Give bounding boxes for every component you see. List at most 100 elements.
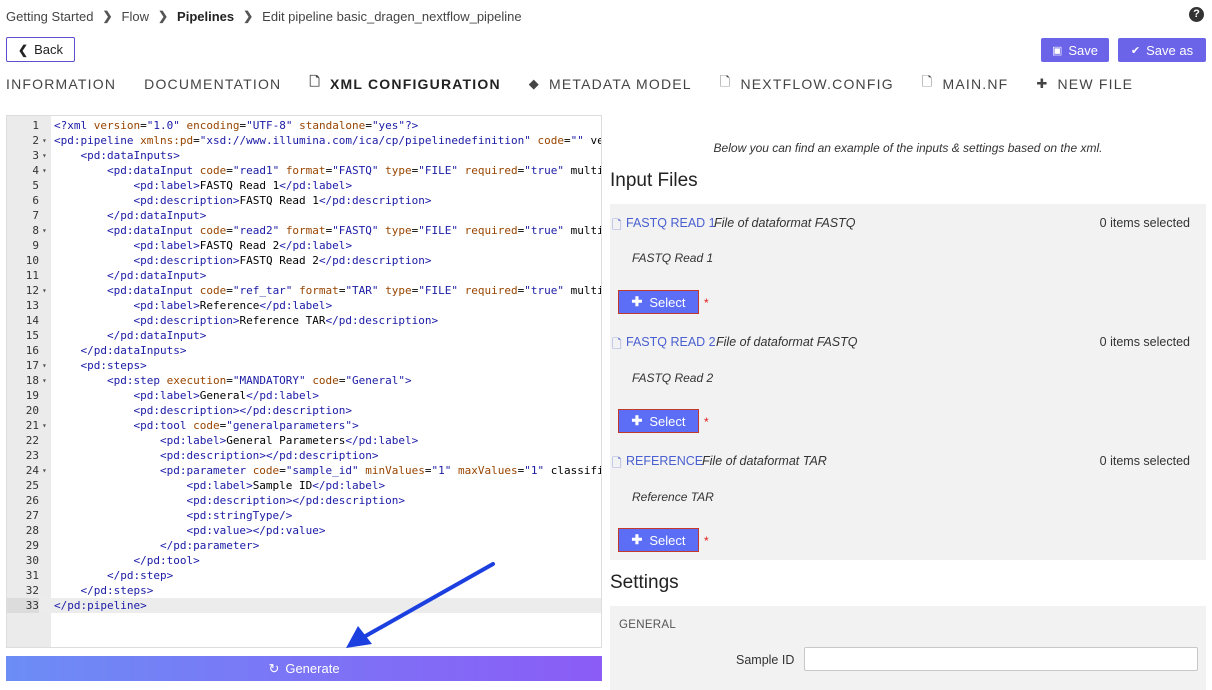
save-as-button[interactable]: ✔ Save as xyxy=(1118,38,1206,62)
fold-toggle-icon[interactable]: ▾ xyxy=(42,418,47,433)
code-line[interactable]: 25 <pd:label>Sample ID</pd:label> xyxy=(7,478,601,493)
chevron-left-icon: ❮ xyxy=(18,42,29,57)
code-line[interactable]: 24 ▾ <pd:parameter code="sample_id" minVa… xyxy=(7,463,601,478)
code-line[interactable]: 33 </pd:pipeline> xyxy=(7,598,601,613)
code-line[interactable]: 14 <pd:description>Reference TAR</pd:des… xyxy=(7,313,601,328)
tab-metadata-model[interactable]: ◆ METADATA MODEL xyxy=(529,76,692,92)
help-icon[interactable]: ? xyxy=(1189,7,1204,22)
file-input-name[interactable]: FASTQ READ 1 xyxy=(626,216,716,230)
line-number: 29 xyxy=(25,539,39,552)
generate-button[interactable]: ↻ Generate xyxy=(6,656,602,681)
file-icon: 🗋 xyxy=(309,74,321,89)
select-button[interactable]: ✚ Select xyxy=(618,409,699,433)
code-text: <pd:dataInputs> xyxy=(80,149,180,162)
code-text: <pd:label>FASTQ Read 2</pd:label> xyxy=(133,239,353,252)
code-text: <pd:description></pd:description> xyxy=(186,494,406,507)
breadcrumb-pipelines[interactable]: Pipelines xyxy=(177,9,234,24)
file-input-description: File of dataformat FASTQ xyxy=(714,216,856,230)
breadcrumb: Getting Started ❯ Flow ❯ Pipelines ❯ Edi… xyxy=(6,7,522,25)
code-line[interactable]: 23 <pd:description></pd:description> xyxy=(7,448,601,463)
code-line[interactable]: 26 <pd:description></pd:description> xyxy=(7,493,601,508)
code-line[interactable]: 9 <pd:label>FASTQ Read 2</pd:label> xyxy=(7,238,601,253)
code-line[interactable]: 10 <pd:description>FASTQ Read 2</pd:desc… xyxy=(7,253,601,268)
code-line[interactable]: 2 ▾ <pd:pipeline xmlns:pd="xsd://www.illum… xyxy=(7,133,601,148)
back-label: Back xyxy=(34,42,63,57)
select-button[interactable]: ✚ Select xyxy=(618,290,699,314)
code-text: <pd:description></pd:description> xyxy=(133,404,353,417)
code-line[interactable]: 15 </pd:dataInput> xyxy=(7,328,601,343)
code-line[interactable]: 31 </pd:step> xyxy=(7,568,601,583)
file-input-name[interactable]: FASTQ READ 2 xyxy=(626,335,716,349)
xml-code-editor[interactable]: 1 <?xml version="1.0" encoding="UTF-8" st… xyxy=(6,115,602,648)
fold-toggle-icon[interactable]: ▾ xyxy=(42,223,47,238)
code-line[interactable]: 8 ▾ <pd:dataInput code="read2" format="FA… xyxy=(7,223,601,238)
line-number: 11 xyxy=(25,269,39,282)
preview-note: Below you can find an example of the inp… xyxy=(713,141,1103,155)
breadcrumb-getting-started[interactable]: Getting Started xyxy=(6,9,93,24)
code-line[interactable]: 29 </pd:parameter> xyxy=(7,538,601,553)
line-number: 13 xyxy=(25,299,39,312)
code-text: </pd:dataInput> xyxy=(106,269,207,282)
fold-toggle-icon[interactable]: ▾ xyxy=(42,358,47,373)
code-line[interactable]: 3 ▾ <pd:dataInputs> xyxy=(7,148,601,163)
tab-new-file[interactable]: ✚ NEW FILE xyxy=(1036,76,1133,92)
tab-label: DOCUMENTATION xyxy=(144,76,282,92)
tab-label: NEXTFLOW.CONFIG xyxy=(740,76,894,92)
code-line[interactable]: 21 ▾ <pd:tool code="generalparameters"> xyxy=(7,418,601,433)
file-input-description: File of dataformat FASTQ xyxy=(716,335,858,349)
code-line[interactable]: 6 <pd:description>FASTQ Read 1</pd:descr… xyxy=(7,193,601,208)
tab-documentation[interactable]: DOCUMENTATION xyxy=(144,76,281,92)
line-number: 4 xyxy=(32,164,39,177)
code-line[interactable]: 32 </pd:steps> xyxy=(7,583,601,598)
code-text: <pd:value></pd:value> xyxy=(186,524,326,537)
code-line[interactable]: 19 <pd:label>General</pd:label> xyxy=(7,388,601,403)
line-number: 25 xyxy=(25,479,39,492)
line-number: 15 xyxy=(25,329,39,342)
select-label: Select xyxy=(649,532,686,548)
fold-toggle-icon[interactable]: ▾ xyxy=(42,148,47,163)
code-text: <pd:stringType/> xyxy=(186,509,293,522)
plus-icon: ✚ xyxy=(631,413,643,428)
code-line[interactable]: 7 </pd:dataInput> xyxy=(7,208,601,223)
fold-toggle-icon[interactable]: ▾ xyxy=(42,373,47,388)
tab-xml-configuration[interactable]: 🗋 XML CONFIGURATION xyxy=(309,73,500,95)
save-button[interactable]: ▣ Save xyxy=(1041,38,1109,62)
code-line[interactable]: 30 </pd:tool> xyxy=(7,553,601,568)
code-line[interactable]: 4 ▾ <pd:dataInput code="read1" format="FA… xyxy=(7,163,601,178)
code-line[interactable]: 28 <pd:value></pd:value> xyxy=(7,523,601,538)
code-text: <pd:label>General Parameters</pd:label> xyxy=(159,434,419,447)
code-text: <pd:dataInput code="ref_tar" format="TAR… xyxy=(106,284,601,297)
file-input-name[interactable]: REFERENCE xyxy=(626,454,703,468)
chevron-right-icon: ❯ xyxy=(157,9,169,23)
line-number: 20 xyxy=(25,404,39,417)
code-text: </pd:dataInput> xyxy=(106,209,207,222)
code-line[interactable]: 22 <pd:label>General Parameters</pd:labe… xyxy=(7,433,601,448)
code-line[interactable]: 16 </pd:dataInputs> xyxy=(7,343,601,358)
code-line[interactable]: 18 ▾ <pd:step execution="MANDATORY" code=… xyxy=(7,373,601,388)
code-line[interactable]: 11 </pd:dataInput> xyxy=(7,268,601,283)
fold-toggle-icon[interactable]: ▾ xyxy=(42,133,47,148)
fold-toggle-icon[interactable]: ▾ xyxy=(42,163,47,178)
code-line[interactable]: 12 ▾ <pd:dataInput code="ref_tar" format=… xyxy=(7,283,601,298)
code-line[interactable]: 5 <pd:label>FASTQ Read 1</pd:label> xyxy=(7,178,601,193)
code-line[interactable]: 1 <?xml version="1.0" encoding="UTF-8" st… xyxy=(7,118,601,133)
code-text: <pd:label>General</pd:label> xyxy=(133,389,319,402)
code-text: <pd:dataInput code="read1" format="FASTQ… xyxy=(106,164,601,177)
select-button[interactable]: ✚ Select xyxy=(618,528,699,552)
fold-toggle-icon[interactable]: ▾ xyxy=(42,463,47,478)
breadcrumb-flow[interactable]: Flow xyxy=(122,9,149,24)
back-button[interactable]: ❮ Back xyxy=(6,37,75,62)
tab-main-nf[interactable]: 🗋 MAIN.NF xyxy=(922,73,1009,95)
code-text: </pd:steps> xyxy=(80,584,154,597)
sample-id-input[interactable] xyxy=(804,647,1198,671)
tab-information[interactable]: INFORMATION xyxy=(6,76,116,92)
tab-nextflow-config[interactable]: 🗋 NEXTFLOW.CONFIG xyxy=(720,73,894,95)
file-input-row: 🗋 FASTQ READ 2 File of dataformat FASTQ … xyxy=(610,335,1206,353)
file-icon: 🗋 xyxy=(612,337,622,351)
line-number: 23 xyxy=(25,449,39,462)
code-line[interactable]: 17 ▾ <pd:steps> xyxy=(7,358,601,373)
code-line[interactable]: 13 <pd:label>Reference</pd:label> xyxy=(7,298,601,313)
code-line[interactable]: 27 <pd:stringType/> xyxy=(7,508,601,523)
fold-toggle-icon[interactable]: ▾ xyxy=(42,283,47,298)
code-line[interactable]: 20 <pd:description></pd:description> xyxy=(7,403,601,418)
